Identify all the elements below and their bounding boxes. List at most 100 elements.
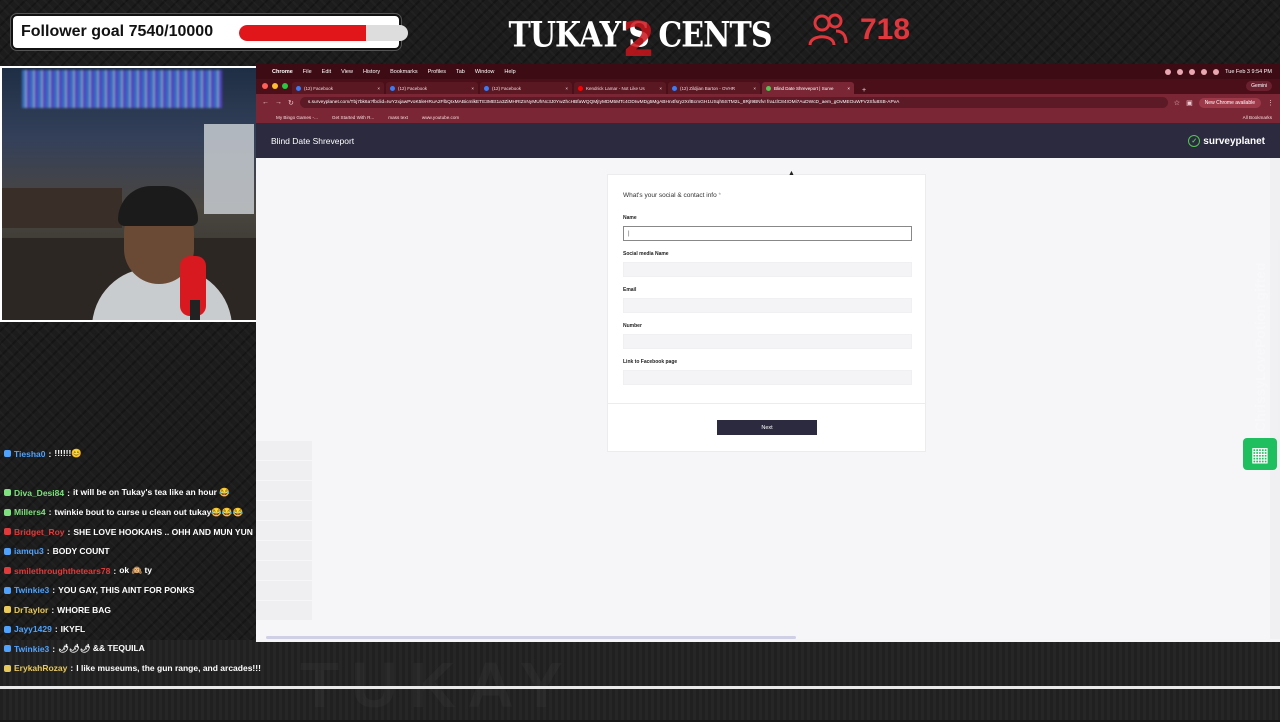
chat-separator: :: [52, 585, 56, 596]
close-tab-icon[interactable]: ×: [847, 86, 850, 91]
chat-separator: :: [70, 663, 74, 674]
chat-username[interactable]: Millers4: [14, 507, 46, 517]
chat-username[interactable]: Bridget_Roy: [14, 527, 65, 537]
chat-username[interactable]: Diva_Desi84: [14, 488, 64, 498]
question-text: What's your social & contact info: [623, 192, 717, 199]
wifi-icon[interactable]: [1201, 68, 1208, 75]
next-button[interactable]: Next: [717, 420, 817, 435]
status-icon[interactable]: [1189, 68, 1196, 75]
chat-badge-icon: [4, 489, 11, 497]
address-bar-url: s.surveyplanet.com/Tbj7bk6a?fbclid=IwY2x…: [307, 100, 900, 105]
chat-separator: :: [51, 604, 55, 615]
close-tab-icon[interactable]: ×: [659, 86, 662, 91]
bookmark-star-icon[interactable]: ☆: [1174, 99, 1180, 107]
menu-app-name[interactable]: Chrome: [272, 69, 293, 75]
chat-badge-icon: [4, 450, 11, 458]
chat-message-text: ok 🙉 ty: [119, 565, 153, 576]
facebook-link-input[interactable]: [623, 370, 912, 385]
chat-badge-icon: [4, 664, 11, 672]
chat-username[interactable]: smilethroughthetears78: [14, 566, 110, 576]
chat-message-text: BODY COUNT: [52, 546, 110, 557]
menu-tab[interactable]: Tab: [456, 69, 465, 75]
chat-username[interactable]: Twinkie3: [14, 644, 49, 654]
close-window-icon[interactable]: [262, 83, 268, 89]
window-controls: [262, 83, 288, 89]
horizontal-scrollbar[interactable]: [266, 636, 796, 639]
extensions-icon[interactable]: ▣: [1186, 99, 1193, 107]
chat-username[interactable]: ErykahRozay: [14, 663, 67, 673]
new-tab-button[interactable]: +: [856, 87, 872, 94]
bookmark-item[interactable]: My Bingo Games -...: [276, 115, 318, 120]
menu-bookmarks[interactable]: Bookmarks: [390, 69, 418, 75]
tab-label: (12) Zildjian Barton - OVHR: [680, 85, 736, 91]
tab-label: (12) Facebook: [304, 85, 334, 91]
follower-goal-widget: Follower goal 7540/10000: [10, 13, 408, 51]
social-media-name-input[interactable]: [623, 262, 912, 277]
menubar-clock[interactable]: Tue Feb 3 9:54 PM: [1225, 69, 1272, 75]
facebook-icon: [484, 85, 489, 91]
number-input[interactable]: [623, 334, 912, 349]
browser-tab[interactable]: (12) Facebook ×: [386, 82, 478, 94]
menu-window[interactable]: Window: [475, 69, 495, 75]
chat-badge-icon: [4, 645, 11, 653]
menu-profiles[interactable]: Profiles: [428, 69, 446, 75]
chat-username[interactable]: iamqu3: [14, 546, 44, 556]
chat-message: Tiesha0: !!!!!!😊: [4, 444, 262, 464]
facebook-icon: [672, 85, 677, 91]
faded-overlay-column: [256, 441, 312, 621]
browser-tab[interactable]: (12) Facebook ×: [292, 82, 384, 94]
zoom-window-icon[interactable]: [282, 83, 288, 89]
facebook-icon: [390, 85, 395, 91]
gemini-button[interactable]: Gemini: [1246, 81, 1272, 91]
chat-username[interactable]: DrTaylor: [14, 605, 48, 615]
footer-divider: [0, 686, 1280, 689]
name-input[interactable]: |: [623, 226, 912, 241]
close-tab-icon[interactable]: ×: [565, 86, 568, 91]
chat-username[interactable]: Jayy1429: [14, 624, 52, 634]
browser-tabbar: (12) Facebook × (12) Facebook × (12) Faceb…: [256, 79, 1280, 94]
menu-history[interactable]: History: [363, 69, 380, 75]
address-bar[interactable]: s.surveyplanet.com/Tbj7bk6a?fbclid=IwY2x…: [299, 97, 1168, 108]
chat-username[interactable]: Tiesha0: [14, 449, 46, 459]
bookmark-item[interactable]: Get Started With R...: [332, 115, 374, 120]
browser-tab[interactable]: Kendrick Lamar - Not Like Us ×: [574, 82, 666, 94]
surveyplanet-logo[interactable]: ✓ surveyplanet: [1188, 135, 1265, 147]
chat-message: Twinkie3: YOU GAY, THIS AINT FOR PONKS: [4, 581, 262, 601]
browser-tab[interactable]: (12) Zildjian Barton - OVHR ×: [668, 82, 760, 94]
battery-icon[interactable]: [1213, 68, 1220, 75]
close-tab-icon[interactable]: ×: [377, 86, 380, 91]
bookmark-item[interactable]: mass text: [388, 115, 408, 120]
email-input[interactable]: [623, 298, 912, 313]
forward-icon[interactable]: →: [275, 99, 282, 106]
channel-logo: TUKAY'S CENTS 2: [509, 12, 773, 68]
webcam-led-lights: [22, 70, 222, 108]
bookmark-item[interactable]: www.youtube.com: [422, 115, 459, 120]
survey-content: What's your social & contact info * Name…: [256, 158, 1280, 639]
close-tab-icon[interactable]: ×: [471, 86, 474, 91]
webcam-window: [204, 124, 254, 214]
back-icon[interactable]: ←: [262, 99, 269, 106]
chat-username[interactable]: Twinkie3: [14, 585, 49, 595]
follower-goal-progress-fill: [239, 25, 367, 41]
browser-tab[interactable]: (12) Facebook ×: [480, 82, 572, 94]
menu-view[interactable]: View: [341, 69, 353, 75]
browser-tab-active[interactable]: Blind Date Shreveport | Surve ×: [762, 82, 854, 94]
youtube-icon: [578, 85, 583, 91]
more-menu-icon[interactable]: ⋮: [1267, 99, 1274, 107]
reload-icon[interactable]: ↻: [288, 99, 294, 107]
menu-file[interactable]: File: [303, 69, 312, 75]
menu-help[interactable]: Help: [504, 69, 515, 75]
all-bookmarks-button[interactable]: All Bookmarks: [1243, 115, 1272, 120]
menu-edit[interactable]: Edit: [322, 69, 331, 75]
minimize-window-icon[interactable]: [272, 83, 278, 89]
status-icon[interactable]: [1177, 68, 1184, 75]
chrome-update-button[interactable]: New Chrome available: [1198, 97, 1261, 108]
chat-badge-icon: [4, 586, 11, 594]
status-icon[interactable]: [1165, 68, 1172, 75]
chat-message: Diva_Desi84: it will be on Tukay's tea li…: [4, 483, 262, 503]
chat-message-text: !!!!!!😊: [54, 448, 82, 459]
close-tab-icon[interactable]: ×: [753, 86, 756, 91]
surveyplanet-logo-icon: ✓: [1188, 135, 1201, 147]
survey-header: Blind Date Shreveport ✓ surveyplanet: [256, 124, 1280, 158]
chat-separator: :: [46, 546, 50, 557]
